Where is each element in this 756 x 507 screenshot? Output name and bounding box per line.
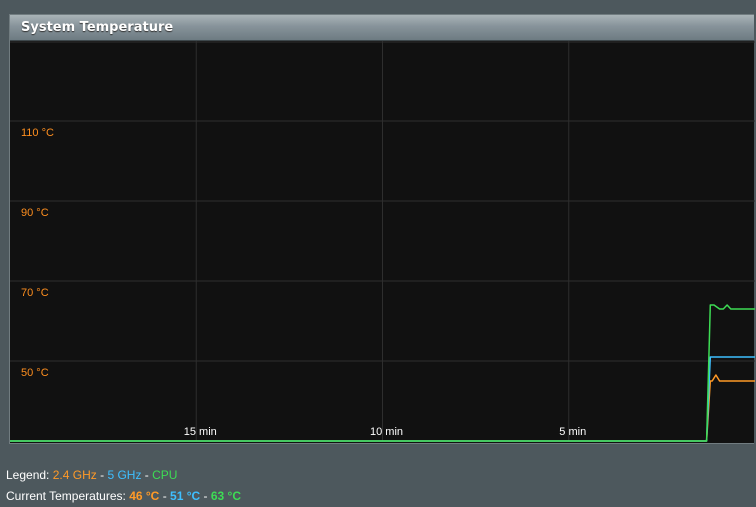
legend-item-5ghz: 5 GHz	[107, 468, 142, 482]
current-temp-cpu: 63 °C	[210, 489, 242, 503]
current-temperatures-label: Current Temperatures:	[6, 489, 126, 503]
panel-header: System Temperature	[10, 15, 754, 41]
x-tick-label: 15 min	[184, 426, 217, 438]
y-tick-label: 90 °C	[21, 207, 49, 219]
y-tick-label: 50 °C	[21, 367, 49, 379]
current-separator: -	[203, 489, 208, 503]
legend-item-cpu: CPU	[152, 468, 178, 482]
y-tick-label: 70 °C	[21, 287, 49, 299]
current-separator: -	[162, 489, 167, 503]
legend-area: Legend: 2.4 GHz - 5 GHz - CPU Current Te…	[6, 465, 241, 507]
legend-label: Legend:	[6, 468, 50, 482]
legend-separator: -	[100, 468, 105, 482]
current-temp-2-4ghz: 46 °C	[129, 489, 160, 503]
current-temperatures-row: Current Temperatures: 46 °C - 51 °C - 63…	[6, 486, 241, 507]
legend-row: Legend: 2.4 GHz - 5 GHz - CPU	[6, 465, 241, 486]
legend-item-2-4ghz: 2.4 GHz	[52, 468, 97, 482]
x-tick-label: 10 min	[370, 426, 403, 438]
x-tick-label: 5 min	[559, 426, 586, 438]
temperature-chart: 50 °C 70 °C 90 °C 110 °C 15 min 10 min 5 min	[10, 41, 755, 442]
legend-separator: -	[144, 468, 149, 482]
current-temp-5ghz: 51 °C	[170, 489, 201, 503]
panel-title: System Temperature	[21, 20, 174, 35]
y-tick-label: 110 °C	[21, 127, 54, 139]
system-temperature-panel: System Temperature 50 °C 70 °C 90 °C 110 °C…	[9, 14, 755, 444]
